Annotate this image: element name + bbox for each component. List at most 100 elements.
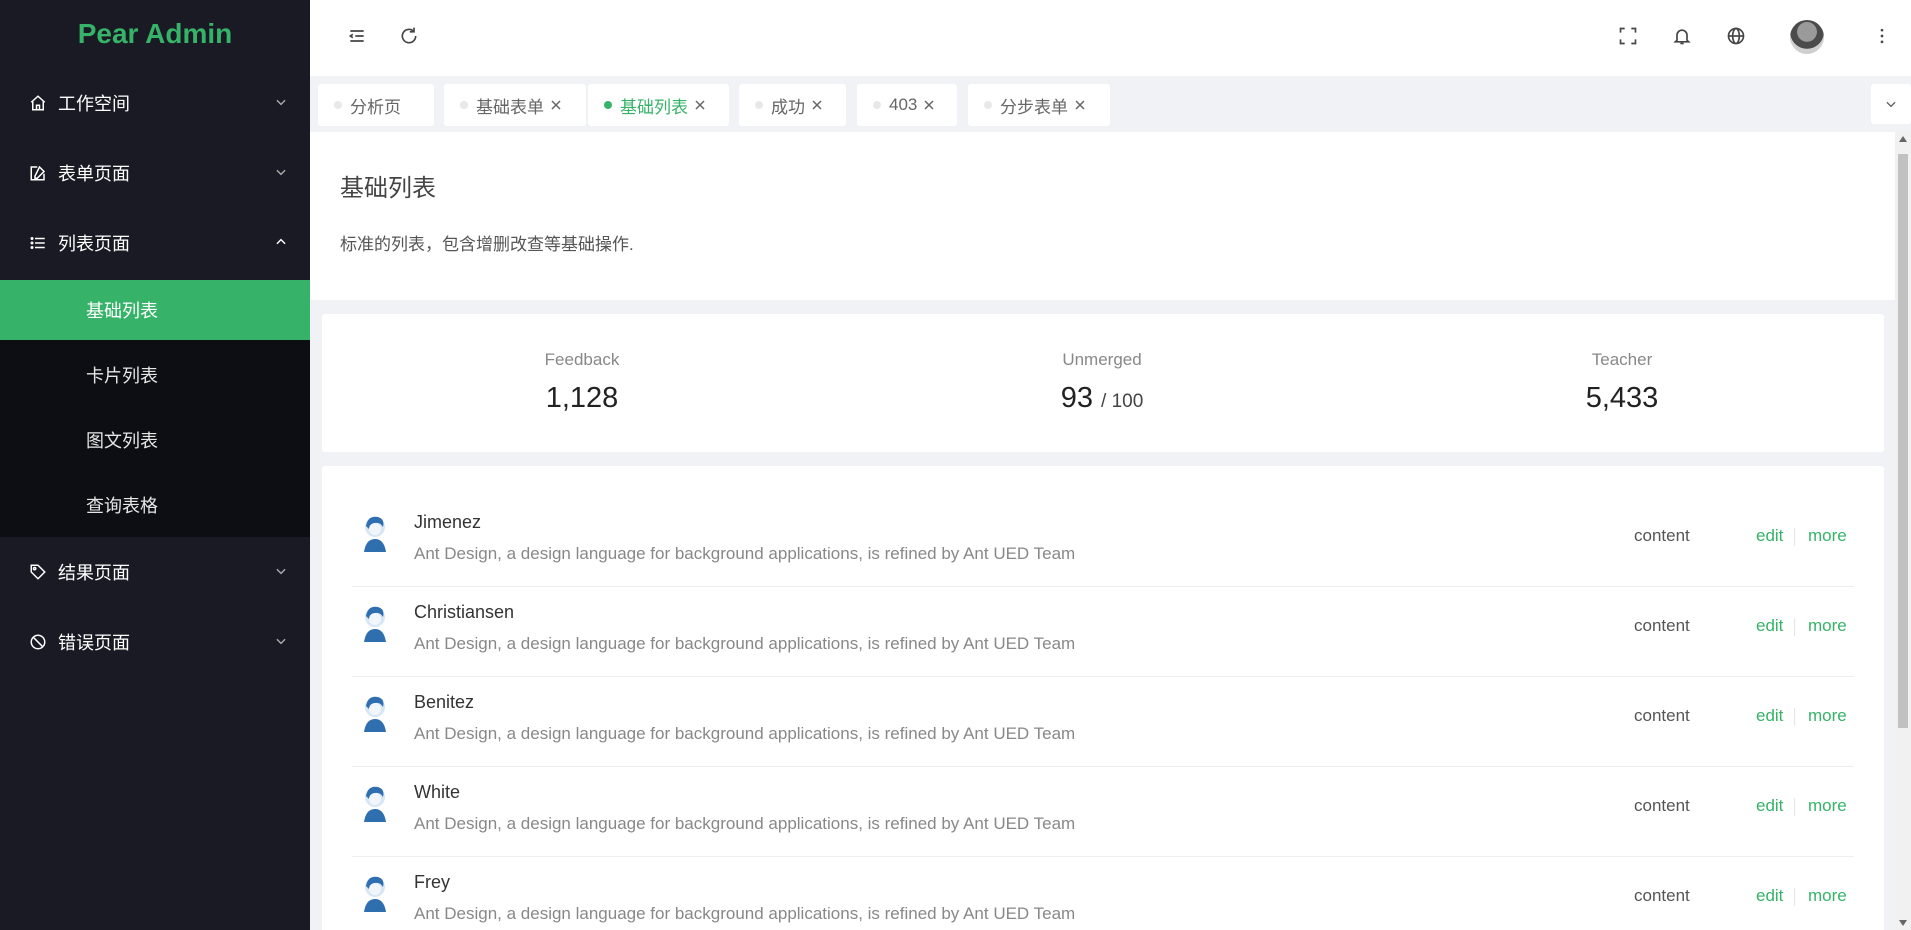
close-icon[interactable]: [811, 99, 823, 111]
scroll-down-arrow[interactable]: [1899, 920, 1907, 926]
more-link[interactable]: more: [1808, 616, 1847, 636]
chevron-down-icon: [276, 638, 286, 645]
tab-step-form[interactable]: 分步表单: [968, 84, 1110, 126]
stat-value: 93 / 100: [1060, 382, 1144, 414]
chevron-down-icon: [1886, 101, 1896, 108]
list-item: Jimenez Ant Design, a design language fo…: [352, 496, 1854, 587]
close-icon[interactable]: [923, 99, 935, 111]
item-content: content: [1634, 526, 1690, 545]
chevron-down-icon: [276, 169, 286, 176]
tab-dot: [604, 101, 612, 109]
sidebar-item-label: 工作空间: [58, 94, 130, 114]
tab-basic-list[interactable]: 基础列表: [588, 84, 729, 126]
tab-403[interactable]: 403: [857, 84, 957, 126]
item-name[interactable]: White: [414, 782, 460, 803]
stat-teacher: Teacher 5,433: [1362, 314, 1882, 452]
scrollbar-thumb[interactable]: [1898, 154, 1908, 728]
stat-feedback: Feedback 1,128: [322, 314, 842, 452]
item-name[interactable]: Benitez: [414, 692, 474, 713]
edit-link[interactable]: edit: [1756, 526, 1783, 546]
close-icon[interactable]: [694, 99, 706, 111]
more-link[interactable]: more: [1808, 526, 1847, 546]
tab-success[interactable]: 成功: [739, 84, 846, 126]
tab-label: 基础列表: [620, 97, 688, 117]
avatar: [364, 516, 386, 552]
divider: [1794, 708, 1795, 726]
divider: [1794, 528, 1795, 546]
more-link[interactable]: more: [1808, 886, 1847, 906]
item-name[interactable]: Frey: [414, 872, 450, 893]
more-link[interactable]: more: [1808, 706, 1847, 726]
sidebar-subitem-query-table[interactable]: 查询表格: [0, 472, 310, 537]
sidebar-item-label: 列表页面: [58, 234, 130, 254]
bell-icon[interactable]: [1670, 24, 1694, 48]
chevron-up-icon: [276, 238, 286, 245]
divider: [1794, 798, 1795, 816]
sidebar-item-forms[interactable]: 表单页面: [0, 138, 310, 208]
edit-icon: [28, 163, 48, 183]
sidebar-subitem-image-list[interactable]: 图文列表: [0, 407, 310, 472]
stat-label: Feedback: [544, 350, 620, 369]
avatar[interactable]: [1790, 20, 1824, 54]
edit-link[interactable]: edit: [1756, 706, 1783, 726]
close-icon[interactable]: [550, 99, 562, 111]
edit-link[interactable]: edit: [1756, 796, 1783, 816]
item-content: content: [1634, 706, 1690, 725]
globe-icon[interactable]: [1724, 24, 1748, 48]
tab-label: 403: [889, 95, 918, 114]
divider: [1794, 618, 1795, 636]
vertical-scrollbar[interactable]: [1895, 132, 1911, 930]
list-item: Frey Ant Design, a design language for b…: [352, 856, 1854, 930]
tab-label: 分步表单: [1000, 97, 1068, 117]
sidebar-subitem-basic-list[interactable]: 基础列表: [0, 280, 310, 340]
tab-dot: [460, 101, 468, 109]
ban-icon: [28, 632, 48, 652]
close-icon[interactable]: [1074, 99, 1086, 111]
tab-analysis[interactable]: 分析页: [318, 84, 434, 126]
tab-dot: [873, 101, 881, 109]
sidebar: Pear Admin 工作空间 表单页面 列表页面 基础列表 卡片列表 图文列表…: [0, 0, 310, 930]
list-item: Benitez Ant Design, a design language fo…: [352, 676, 1854, 767]
tabs-dropdown-button[interactable]: [1871, 84, 1911, 124]
fullscreen-icon[interactable]: [1616, 24, 1640, 48]
sidebar-item-label: 表单页面: [58, 164, 130, 184]
item-content: content: [1634, 886, 1690, 905]
item-description: Ant Design, a design language for backgr…: [414, 544, 1076, 563]
tab-label: 成功: [771, 97, 805, 117]
sidebar-item-errors[interactable]: 错误页面: [0, 607, 310, 677]
item-description: Ant Design, a design language for backgr…: [414, 724, 1076, 743]
page-header: 基础列表 标准的列表，包含增删改查等基础操作.: [310, 132, 1895, 300]
item-content: content: [1634, 796, 1690, 815]
item-description: Ant Design, a design language for backgr…: [414, 814, 1076, 833]
menu-fold-icon[interactable]: [345, 24, 369, 48]
page-description: 标准的列表，包含增删改查等基础操作.: [340, 235, 634, 254]
list-item: White Ant Design, a design language for …: [352, 766, 1854, 857]
item-name[interactable]: Jimenez: [414, 512, 481, 533]
refresh-icon[interactable]: [397, 24, 421, 48]
more-link[interactable]: more: [1808, 796, 1847, 816]
stat-value: 1,128: [545, 382, 619, 414]
home-icon: [28, 93, 48, 113]
edit-link[interactable]: edit: [1756, 616, 1783, 636]
sidebar-subitem-card-list[interactable]: 卡片列表: [0, 342, 310, 407]
top-header: [310, 0, 1911, 76]
edit-link[interactable]: edit: [1756, 886, 1783, 906]
page-title: 基础列表: [340, 175, 436, 202]
sidebar-item-label: 结果页面: [58, 563, 130, 583]
stat-value: 5,433: [1585, 382, 1659, 414]
stat-unmerged: Unmerged 93 / 100: [842, 314, 1362, 452]
tab-basic-form[interactable]: 基础表单: [444, 84, 586, 126]
chevron-down-icon: [276, 568, 286, 575]
main-content: 基础列表 标准的列表，包含增删改查等基础操作. Feedback 1,128 U…: [310, 132, 1895, 930]
list-icon: [28, 233, 48, 253]
app-logo[interactable]: Pear Admin: [0, 0, 310, 68]
sidebar-item-lists[interactable]: 列表页面: [0, 208, 310, 278]
more-vertical-icon[interactable]: [1870, 24, 1894, 48]
sidebar-item-results[interactable]: 结果页面: [0, 537, 310, 607]
item-description: Ant Design, a design language for backgr…: [414, 634, 1076, 653]
scroll-up-arrow[interactable]: [1899, 136, 1907, 142]
item-content: content: [1634, 616, 1690, 635]
sidebar-item-workspace[interactable]: 工作空间: [0, 68, 310, 138]
tag-icon: [28, 562, 48, 582]
item-name[interactable]: Christiansen: [414, 602, 514, 623]
